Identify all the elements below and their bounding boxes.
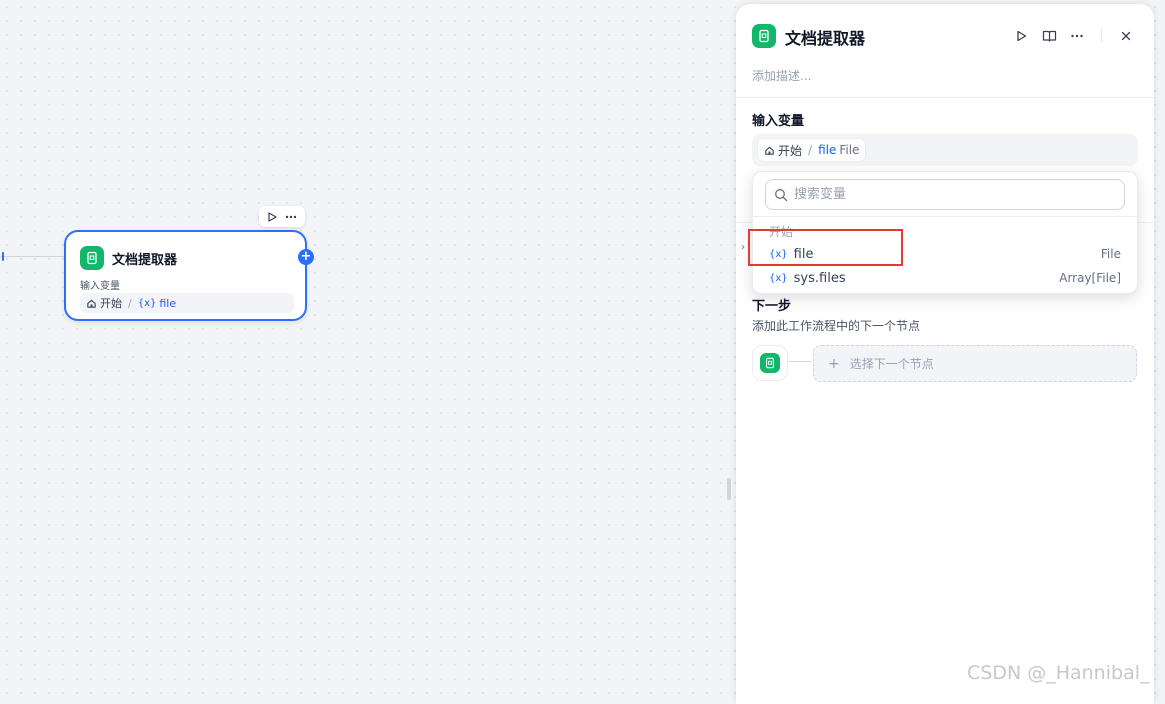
document-icon	[80, 246, 104, 270]
edge-source-handle[interactable]	[2, 252, 4, 261]
add-next-node-icon[interactable]: +	[298, 249, 314, 265]
panel-title[interactable]: 文档提取器	[785, 25, 865, 49]
variable-search[interactable]	[765, 179, 1125, 210]
document-icon	[760, 353, 780, 373]
run-icon[interactable]	[266, 211, 278, 223]
highlight-box	[748, 229, 903, 266]
edge-line	[0, 256, 64, 257]
var-source: 开始	[100, 297, 122, 310]
input-variables-title: 输入变量	[752, 114, 805, 129]
description-field[interactable]: 添加描述...	[752, 67, 811, 84]
home-icon	[764, 145, 775, 156]
node-toolbar	[259, 206, 305, 227]
option-name: sys.files	[793, 270, 846, 286]
var-name: file	[818, 143, 837, 157]
option-type: File	[1100, 247, 1121, 261]
var-separator: /	[808, 143, 813, 157]
option-type: Array[File]	[1059, 271, 1121, 285]
header-divider	[1101, 28, 1102, 42]
connector-line	[789, 361, 811, 362]
var-source: 开始	[778, 143, 803, 158]
more-icon[interactable]	[284, 211, 298, 223]
select-next-node-button[interactable]: + 选择下一个节点	[813, 345, 1137, 382]
chevron-right-icon[interactable]: ›	[741, 242, 745, 253]
variable-option-sys-files[interactable]: {x} sys.files Array[File]	[759, 266, 1131, 290]
more-icon[interactable]	[1067, 26, 1087, 46]
variable-icon: {x}	[769, 272, 788, 284]
panel-resize-handle[interactable]	[727, 478, 731, 500]
variable-icon: {x}	[137, 297, 157, 309]
search-icon	[774, 188, 788, 202]
var-type: File	[839, 143, 860, 157]
var-separator: /	[128, 296, 132, 310]
search-input[interactable]	[794, 187, 1104, 202]
next-step-description: 添加此工作流程中的下一个节点	[752, 319, 921, 333]
home-icon	[86, 298, 97, 309]
divider	[753, 216, 1137, 217]
book-icon[interactable]	[1039, 26, 1059, 46]
close-icon[interactable]	[1116, 26, 1136, 46]
node-config-panel: 文档提取器 添加描述... 输入变量 开始 / file File › 下一步 …	[736, 4, 1154, 704]
watermark: CSDN @_Hannibal_	[967, 662, 1150, 684]
select-next-node-label: 选择下一个节点	[849, 357, 934, 371]
selected-variable-chip[interactable]: 开始 / file File	[758, 139, 866, 161]
var-name: file	[159, 296, 177, 310]
run-icon[interactable]	[1011, 26, 1031, 46]
divider	[736, 97, 1154, 98]
node-title: 文档提取器	[112, 253, 178, 268]
node-variable-chip: 开始 / {x} file	[80, 293, 294, 313]
document-icon	[752, 24, 776, 48]
current-node-icon	[752, 345, 788, 381]
node-input-label: 输入变量	[80, 281, 120, 292]
plus-icon: +	[828, 355, 840, 372]
next-step-title: 下一步	[752, 299, 792, 314]
document-extractor-node[interactable]: 文档提取器 输入变量 开始 / {x} file	[64, 230, 307, 321]
